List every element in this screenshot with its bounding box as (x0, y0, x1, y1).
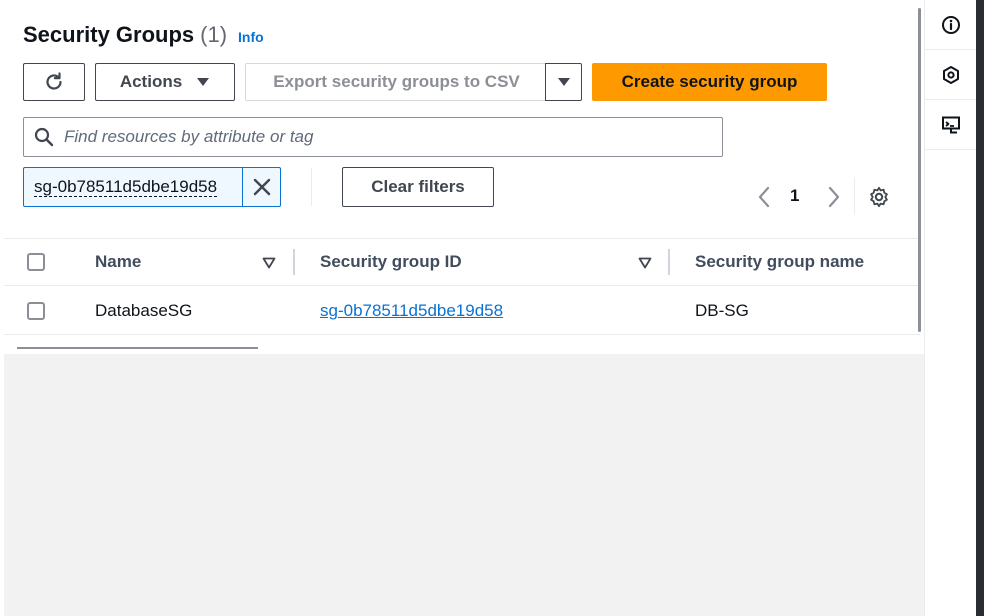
hexagon-panel-button[interactable] (925, 50, 977, 100)
column-resizer[interactable] (293, 249, 295, 275)
tools-rail (924, 0, 977, 616)
column-resizer[interactable] (668, 249, 670, 275)
actions-label: Actions (119, 72, 183, 91)
filter-token-label: sg-0b78511d5dbe19d58 (34, 176, 218, 197)
refresh-button[interactable] (23, 63, 85, 101)
search-icon (34, 127, 54, 147)
filter-token[interactable]: sg-0b78511d5dbe19d58 (23, 167, 281, 207)
export-label: Export security groups to CSV (273, 72, 520, 91)
filter-token-value[interactable]: sg-0b78511d5dbe19d58 (24, 168, 243, 206)
chevron-left-icon (758, 186, 770, 208)
horizontal-scrollbar[interactable] (17, 347, 258, 349)
vertical-scrollbar[interactable] (918, 8, 921, 332)
search-input[interactable] (64, 127, 704, 147)
actions-button[interactable]: Actions (95, 63, 235, 101)
info-link[interactable]: Info (238, 29, 264, 45)
sort-down-icon[interactable] (638, 257, 652, 269)
preferences-button[interactable] (868, 186, 890, 213)
cloudshell-icon (942, 116, 960, 133)
table-header: Name Security group ID Security group na… (4, 238, 920, 286)
cell-security-group-name: DB-SG (695, 301, 749, 320)
sort-down-icon[interactable] (262, 257, 276, 269)
page-title: Security Groups (23, 22, 195, 47)
next-page-button[interactable] (827, 186, 841, 208)
create-label: Create security group (621, 72, 798, 91)
hexagon-icon (943, 65, 959, 84)
column-header-security-group-name[interactable]: Security group name (695, 252, 864, 272)
close-icon (253, 178, 270, 196)
security-group-id-link[interactable]: sg-0b78511d5dbe19d58 (320, 301, 503, 321)
chevron-right-icon (828, 186, 840, 208)
current-page-number[interactable]: 1 (790, 186, 799, 206)
filter-divider (311, 168, 312, 206)
select-all-checkbox[interactable] (27, 253, 45, 271)
export-csv-button[interactable]: Export security groups to CSV (245, 63, 547, 101)
cloudshell-panel-button[interactable] (925, 100, 977, 150)
page-header: Security Groups (1) Info (23, 22, 264, 48)
export-dropdown-button[interactable] (545, 63, 582, 101)
create-security-group-button[interactable]: Create security group (592, 63, 827, 101)
clear-filters-button[interactable]: Clear filters (342, 167, 494, 207)
previous-page-button[interactable] (757, 186, 771, 208)
info-icon (942, 15, 960, 34)
column-header-security-group-id[interactable]: Security group ID (320, 252, 462, 272)
table-row[interactable]: DatabaseSG sg-0b78511d5dbe19d58 DB-SG (4, 287, 920, 335)
remove-filter-button[interactable] (243, 168, 280, 206)
row-checkbox[interactable] (27, 302, 45, 320)
gear-icon (870, 186, 888, 208)
column-header-name[interactable]: Name (95, 252, 141, 272)
caret-down-icon (197, 78, 210, 86)
pagination-divider (854, 177, 855, 215)
info-panel-button[interactable] (925, 0, 977, 50)
refresh-icon (46, 72, 62, 90)
item-count: (1) (200, 22, 228, 47)
search-field[interactable] (23, 117, 723, 157)
cell-name: DatabaseSG (95, 301, 193, 320)
clear-filters-label: Clear filters (371, 177, 465, 196)
caret-down-icon (557, 78, 570, 86)
window-edge (976, 0, 984, 616)
